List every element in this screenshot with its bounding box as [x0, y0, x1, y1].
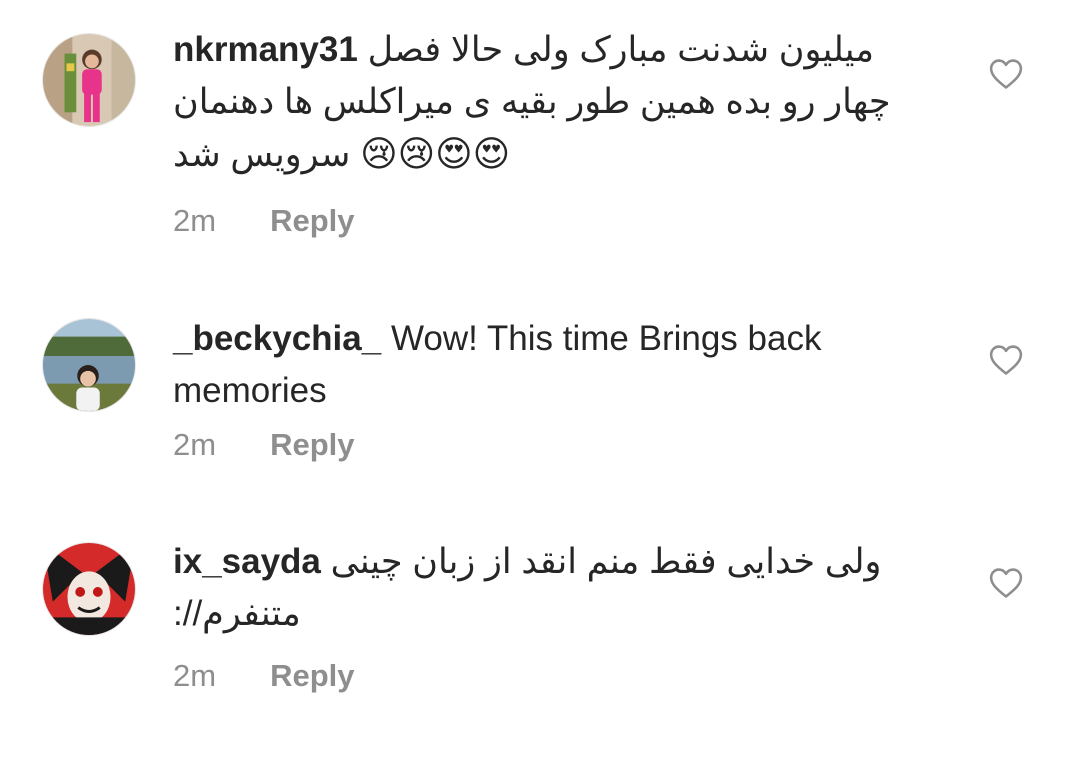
- comment-text: میلیون شدنت مبارک ولی حالا فصل: [367, 30, 875, 69]
- comment-line: چهار رو بده همین طور بقیه ی میراکلس ها د…: [173, 76, 953, 128]
- comment-timestamp: 2m: [173, 658, 217, 693]
- comment-line: memories: [173, 365, 953, 417]
- comment-line: سرویس شد 😢😢😍😍: [173, 128, 953, 181]
- comment-username[interactable]: _beckychia_: [173, 319, 381, 358]
- avatar[interactable]: [42, 542, 136, 636]
- comment-meta: 2m Reply: [173, 427, 355, 463]
- reply-button[interactable]: Reply: [270, 658, 354, 694]
- comment-text: Wow! This time Brings back: [390, 319, 822, 358]
- reply-button[interactable]: Reply: [270, 203, 354, 239]
- emoji-sequence: 😢😢😍😍: [360, 133, 511, 174]
- comment-username[interactable]: ix_sayda: [173, 542, 321, 581]
- comment-line: ix_sayda ولی خدایی فقط منم انقد از زبان …: [173, 536, 953, 588]
- comment-line: nkrmany31 میلیون شدنت مبارک ولی حالا فصل: [173, 24, 953, 76]
- comment-body: nkrmany31 میلیون شدنت مبارک ولی حالا فصل…: [173, 24, 953, 181]
- comment-body: _beckychia_ Wow! This time Brings back m…: [173, 313, 953, 417]
- heart-outline-icon[interactable]: [989, 567, 1023, 599]
- heart-outline-icon[interactable]: [989, 344, 1023, 376]
- heart-outline-icon[interactable]: [989, 58, 1023, 90]
- comment-line: _beckychia_ Wow! This time Brings back: [173, 313, 953, 365]
- comment-text: ولی خدایی فقط منم انقد از زبان چینی: [330, 542, 882, 581]
- comment-timestamp: 2m: [173, 427, 217, 462]
- comment-text: چهار رو بده همین طور بقیه ی میراکلس ها د…: [173, 82, 891, 121]
- comment-meta: 2m Reply: [173, 203, 355, 239]
- comment-username[interactable]: nkrmany31: [173, 30, 358, 69]
- comment-meta: 2m Reply: [173, 658, 355, 694]
- comment-body: ix_sayda ولی خدایی فقط منم انقد از زبان …: [173, 536, 953, 640]
- comment-timestamp: 2m: [173, 203, 217, 238]
- comment-line: متنفرم//:: [173, 588, 953, 640]
- comment-text: سرویس شد: [173, 135, 351, 174]
- comment-text: متنفرم//:: [173, 594, 301, 633]
- avatar[interactable]: [42, 318, 136, 412]
- reply-button[interactable]: Reply: [270, 427, 354, 463]
- comment-text: memories: [173, 371, 327, 410]
- avatar[interactable]: [42, 33, 136, 127]
